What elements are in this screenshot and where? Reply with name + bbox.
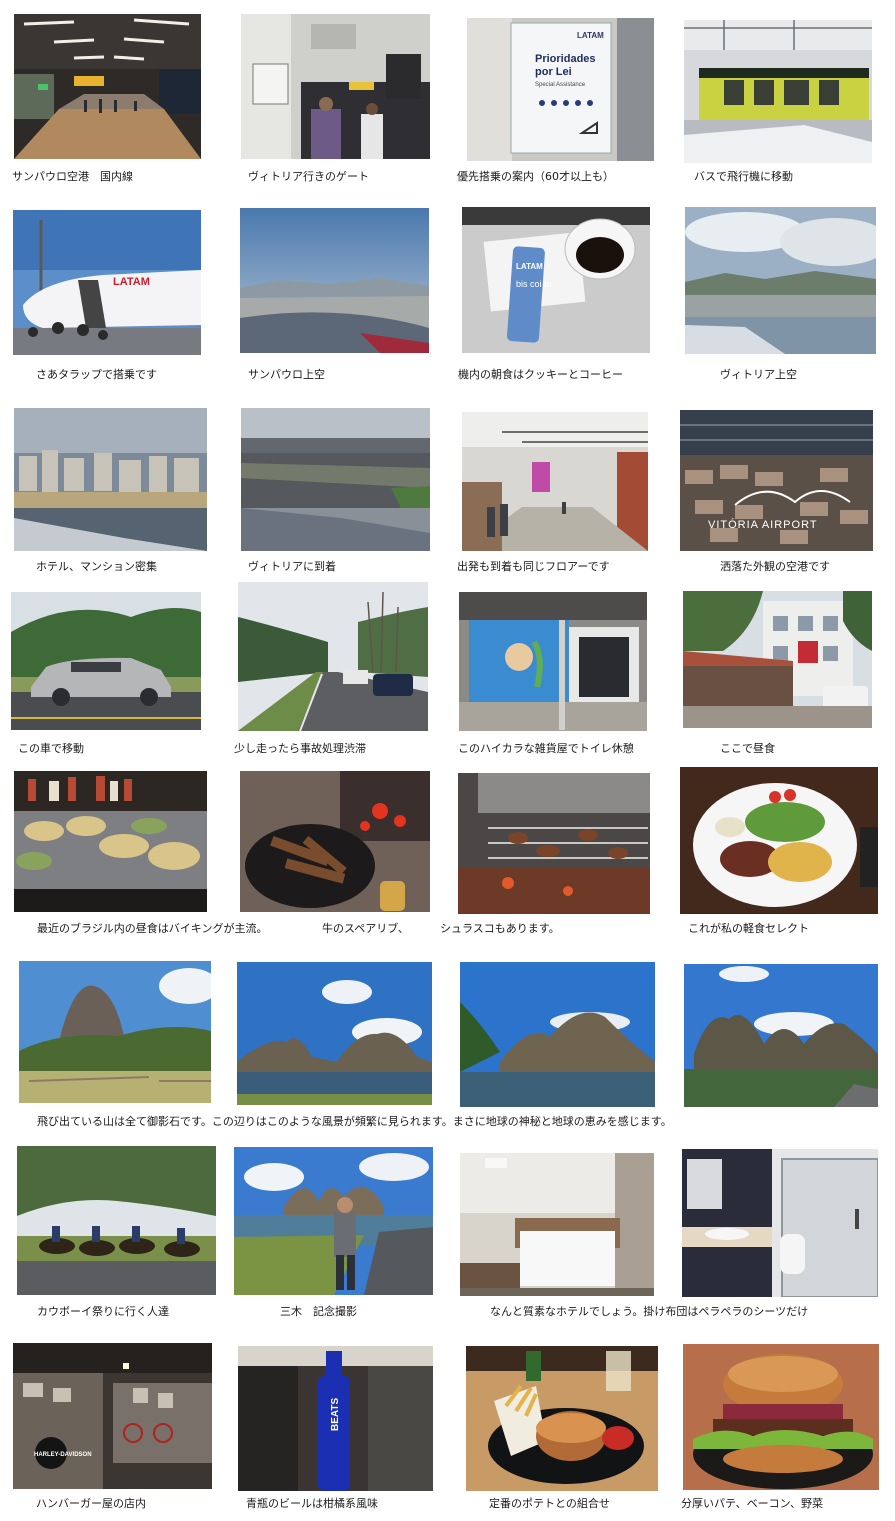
caption: 牛のスペアリブ、 xyxy=(322,922,409,935)
caption: ホテル、マンション密集 xyxy=(36,560,157,573)
caption: ヴィトリアに到着 xyxy=(248,560,336,573)
caption: ヴィトリア上空 xyxy=(720,368,797,381)
svg-text:HARLEY-DAVIDSON: HARLEY-DAVIDSON xyxy=(34,1452,92,1458)
caption: カウボーイ祭りに行く人達 xyxy=(37,1305,169,1318)
caption: 定番のポテトとの組合せ xyxy=(489,1497,610,1510)
photo-rental-car xyxy=(11,592,201,730)
photo-granite-peak-4 xyxy=(684,964,878,1107)
svg-text:Prioridades: Prioridades xyxy=(535,53,596,65)
photo-airport-floor xyxy=(462,412,648,551)
photo-general-store xyxy=(459,592,647,731)
photo-thick-burger xyxy=(683,1344,879,1490)
photo-blue-beer: BEATS xyxy=(238,1346,433,1491)
caption: なんと質素なホテルでしょう。掛け布団はペラペラのシーツだけ xyxy=(490,1305,809,1318)
caption: さあタラップで搭乗です xyxy=(36,368,157,381)
caption: 優先搭乗の案内（60才以上も） xyxy=(457,170,614,183)
photo-my-plate xyxy=(680,767,878,914)
svg-text:LATAM: LATAM xyxy=(577,31,604,40)
photo-hotel-bathroom xyxy=(682,1149,878,1297)
photo-gate-to-vitoria xyxy=(241,14,430,159)
photo-priority-sign: LATAM Prioridades por Lei Special Assist… xyxy=(467,18,654,161)
caption: 出発も到着も同じフロアーです xyxy=(457,560,610,573)
photo-vitoria-aerial xyxy=(685,207,876,354)
svg-text:bis coi to: bis coi to xyxy=(516,279,552,289)
photo-churrasco-grill xyxy=(458,773,650,914)
caption: ハンバーガー屋の店内 xyxy=(36,1497,146,1510)
photo-burger-shop-interior: HARLEY-DAVIDSON xyxy=(13,1343,212,1489)
svg-text:por Lei: por Lei xyxy=(535,66,572,78)
photo-airport-facade: VITÓRIA AIRPORT xyxy=(680,410,873,551)
photo-granite-peak-3 xyxy=(460,962,655,1107)
caption: ヴィトリア行きのゲート xyxy=(248,170,369,183)
caption: 少し走ったら事故処理渋滞 xyxy=(234,742,366,755)
photo-traffic-jam xyxy=(238,582,428,731)
svg-text:Special Assistance: Special Assistance xyxy=(535,82,586,88)
svg-text:BEATS: BEATS xyxy=(330,1398,341,1431)
caption: この車で移動 xyxy=(18,742,84,755)
caption: 飛び出ている山は全て御影石です。この辺りはこのような風景が頻繁に見られます。まさ… xyxy=(37,1115,672,1128)
caption: ここで昼食 xyxy=(720,742,775,755)
photo-lunch-place xyxy=(683,591,872,728)
photo-miki-portrait xyxy=(234,1147,433,1295)
photo-cowboy-riders xyxy=(17,1146,216,1295)
caption: 機内の朝食はクッキーとコーヒー xyxy=(458,368,623,381)
caption: このハイカラな雑貨屋でトイレ休憩 xyxy=(458,742,634,755)
photo-latam-boarding: LATAM xyxy=(13,210,201,355)
caption: 青瓶のビールは柑橘系風味 xyxy=(246,1497,378,1510)
caption: 洒落た外観の空港です xyxy=(720,560,830,573)
photo-burger-fries xyxy=(466,1346,658,1491)
photo-inflight-breakfast: LATAM bis coi to xyxy=(462,207,650,353)
caption: サンパウロ上空 xyxy=(248,368,325,381)
caption: 三木 記念撮影 xyxy=(280,1305,357,1318)
svg-text:LATAM: LATAM xyxy=(516,262,543,271)
photo-airport-bus xyxy=(684,20,872,163)
photo-granite-peak-2 xyxy=(237,962,432,1105)
photo-sao-paulo-aerial xyxy=(240,208,429,353)
caption: サンパウロ空港 国内線 xyxy=(12,170,133,183)
photo-sao-paulo-terminal xyxy=(14,14,201,159)
caption: バスで飛行機に移動 xyxy=(694,170,793,183)
photo-buffet xyxy=(14,771,207,912)
photo-hotels-apartments xyxy=(14,408,207,551)
photo-spare-ribs xyxy=(240,771,430,912)
svg-text:VITÓRIA AIRPORT: VITÓRIA AIRPORT xyxy=(708,518,818,531)
caption: シュラスコもあります。 xyxy=(440,922,560,935)
photo-hotel-room xyxy=(460,1153,654,1296)
svg-text:LATAM: LATAM xyxy=(113,276,150,288)
caption: 最近のブラジル内の昼食はバイキングが主流。 xyxy=(37,922,268,935)
caption: これが私の軽食セレクト xyxy=(688,922,809,935)
photo-arrived-vitoria xyxy=(241,408,430,551)
caption: 分厚いパテ、ベーコン、野菜 xyxy=(681,1497,824,1510)
photo-granite-peak-1 xyxy=(19,961,211,1103)
